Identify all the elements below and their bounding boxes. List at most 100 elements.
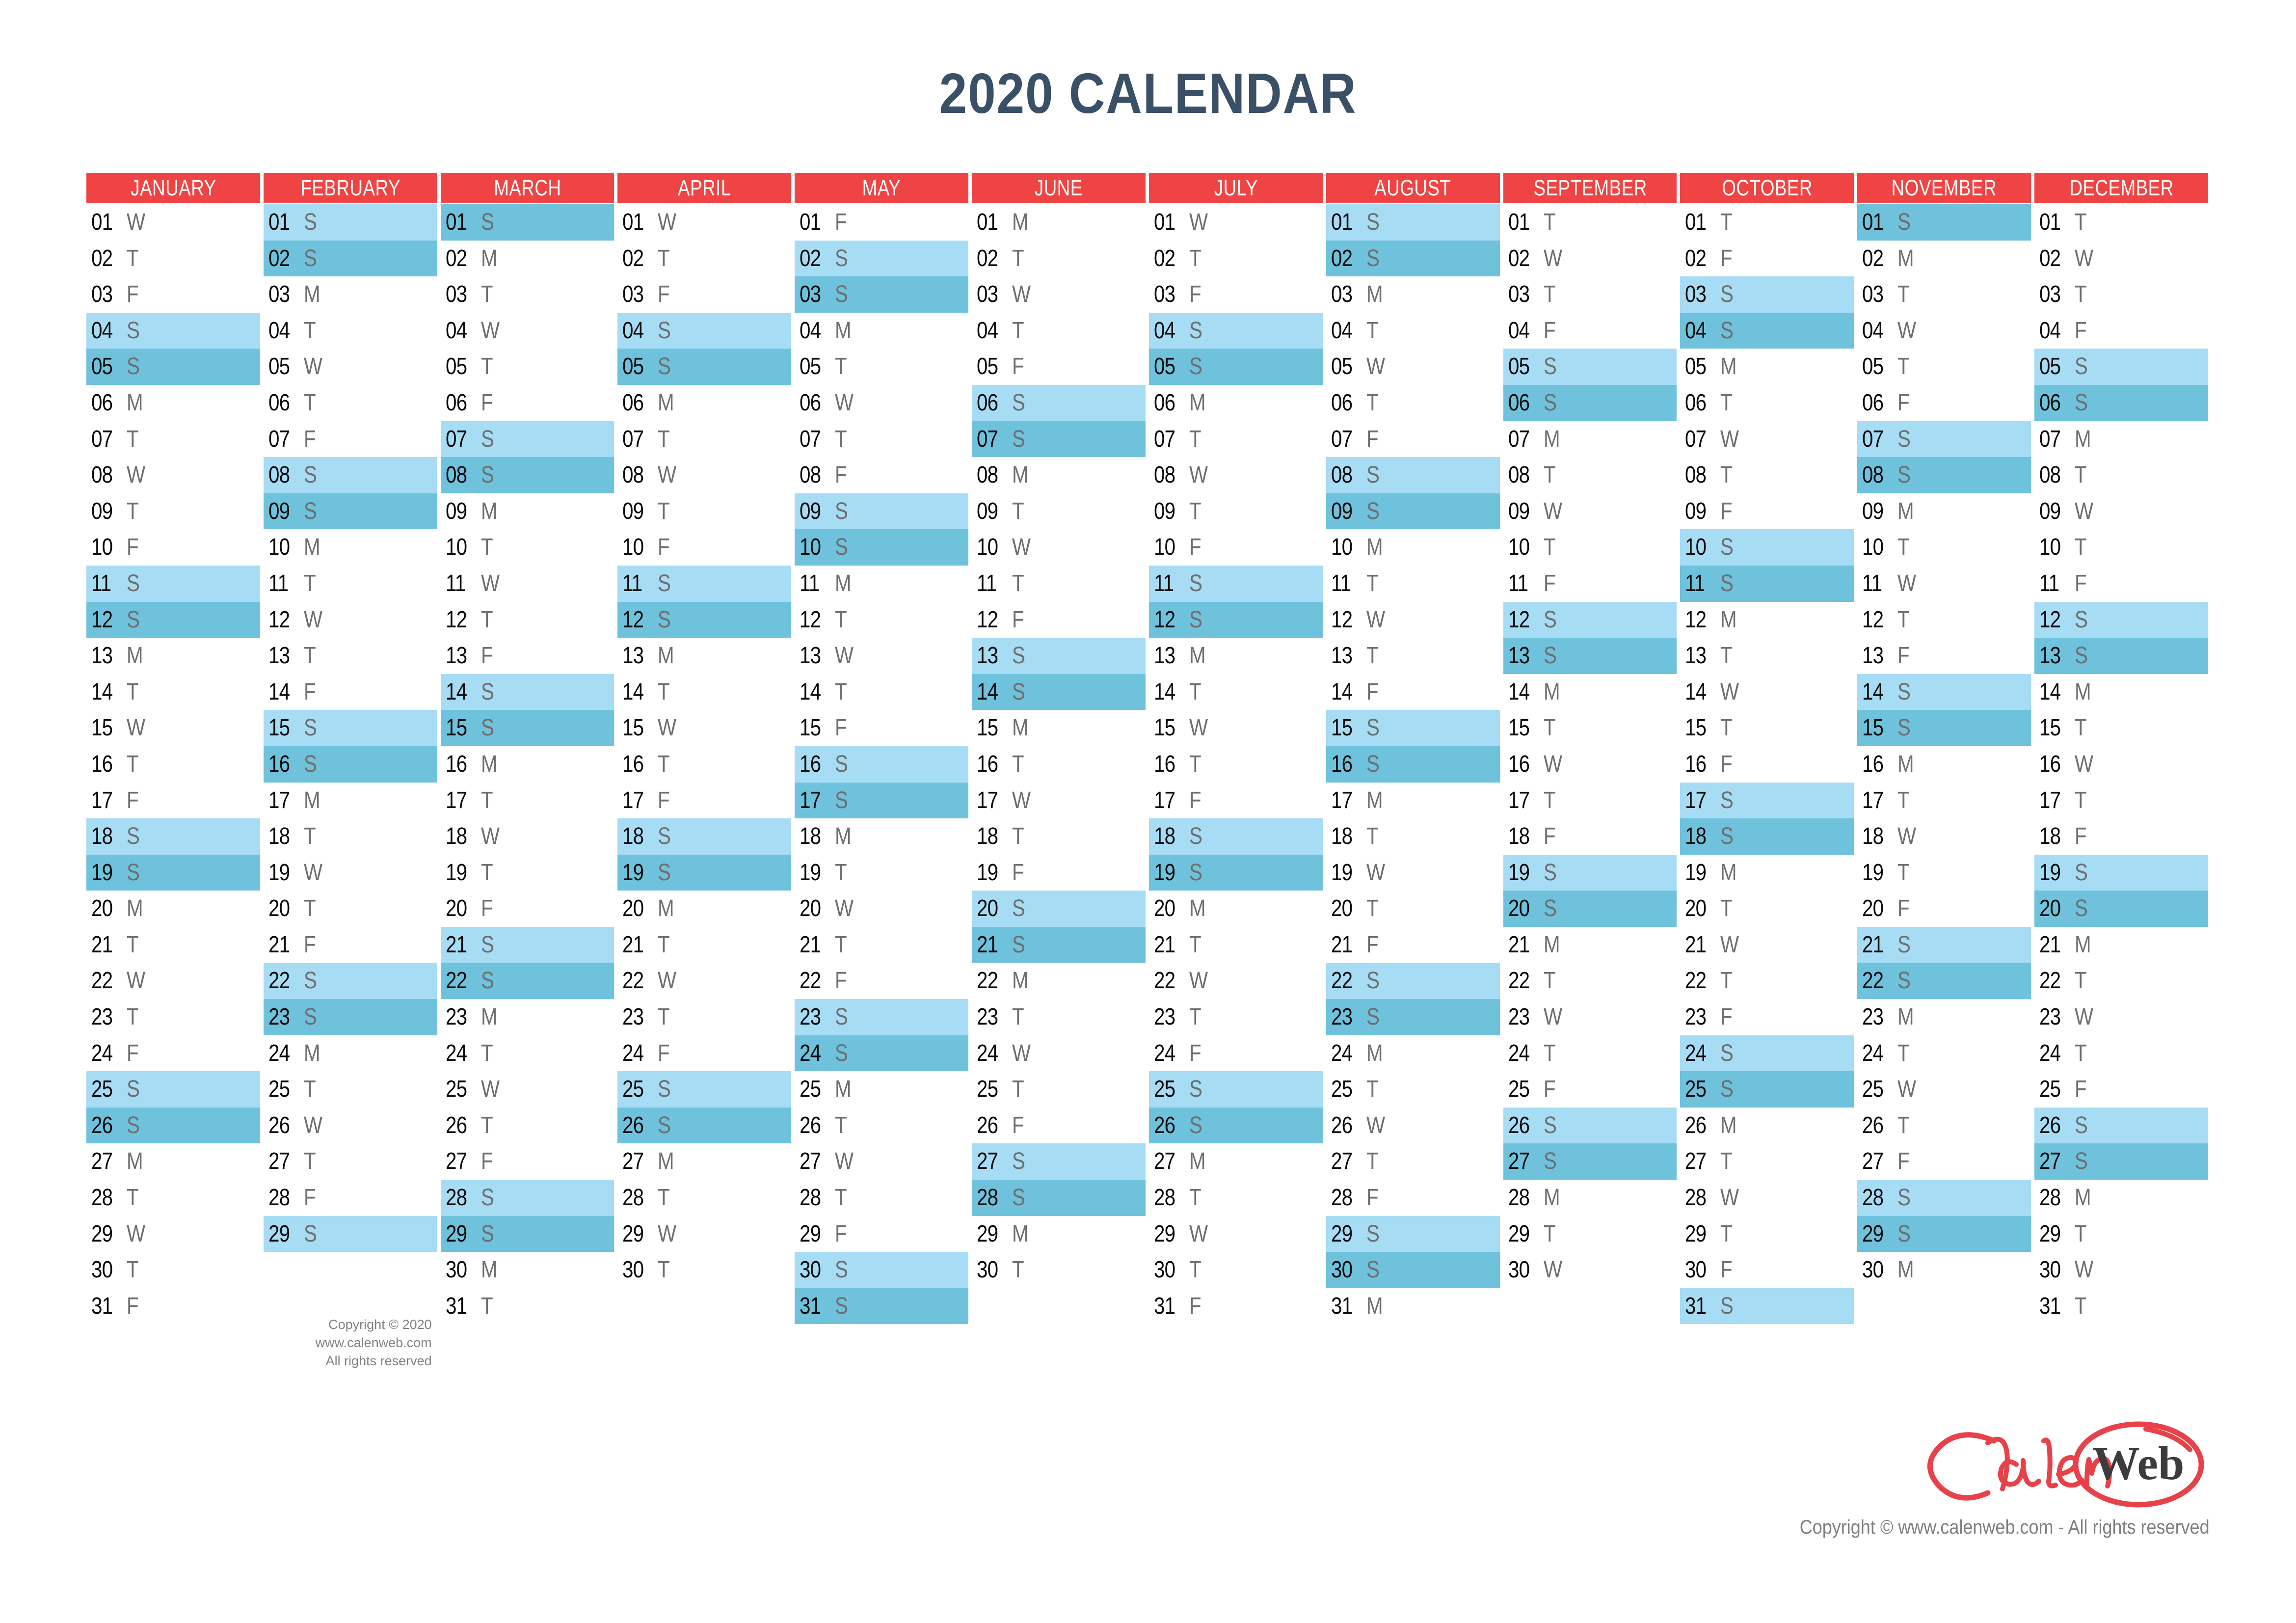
- day-cell[interactable]: 15 F: [795, 710, 968, 746]
- day-cell[interactable]: 12 T: [441, 602, 614, 638]
- day-cell[interactable]: 27 M: [617, 1143, 791, 1180]
- day-cell[interactable]: 07 F: [264, 421, 437, 458]
- day-cell[interactable]: 26 M: [1680, 1108, 1854, 1144]
- day-cell[interactable]: 02 M: [1857, 241, 2031, 277]
- day-cell[interactable]: 19 S: [86, 854, 260, 891]
- day-cell[interactable]: 14 T: [86, 674, 260, 710]
- day-cell[interactable]: 06 W: [795, 385, 968, 421]
- day-cell[interactable]: 12 F: [972, 602, 1146, 638]
- day-cell[interactable]: 12 W: [264, 602, 437, 638]
- day-cell[interactable]: 24 M: [264, 1035, 437, 1072]
- day-cell[interactable]: 28 T: [1149, 1180, 1323, 1216]
- day-cell[interactable]: 28 F: [264, 1180, 437, 1216]
- day-cell[interactable]: 14 S: [972, 674, 1146, 710]
- day-cell[interactable]: 14 S: [440, 674, 614, 710]
- day-cell[interactable]: 31 F: [86, 1288, 260, 1325]
- day-cell[interactable]: 22 S: [263, 963, 437, 1000]
- day-cell[interactable]: 07 T: [86, 421, 260, 458]
- day-cell[interactable]: 04 T: [972, 313, 1146, 349]
- day-cell[interactable]: 02 T: [86, 241, 260, 277]
- day-cell[interactable]: 13 S: [2034, 638, 2208, 674]
- day-cell[interactable]: 18 W: [441, 818, 614, 855]
- day-cell[interactable]: 19 T: [795, 855, 968, 891]
- day-cell[interactable]: 03 F: [1149, 276, 1323, 313]
- day-cell[interactable]: 18 S: [1148, 818, 1323, 855]
- day-cell[interactable]: 21 S: [1857, 926, 2031, 963]
- day-cell[interactable]: 30 M: [441, 1252, 614, 1288]
- day-cell[interactable]: 30 M: [1857, 1252, 2031, 1288]
- day-cell[interactable]: 22 S: [1326, 963, 1500, 1000]
- day-cell[interactable]: 12 S: [617, 601, 792, 638]
- day-cell[interactable]: 19 S: [2034, 854, 2208, 891]
- day-cell[interactable]: 09 T: [617, 493, 791, 530]
- day-cell[interactable]: 06 T: [264, 385, 437, 421]
- day-cell[interactable]: 01 W: [617, 204, 791, 241]
- day-cell[interactable]: 07 M: [2034, 421, 2208, 458]
- day-cell[interactable]: 22 T: [1680, 963, 1854, 999]
- day-cell[interactable]: 24 T: [2034, 1035, 2208, 1072]
- day-cell[interactable]: 23 W: [1503, 999, 1677, 1035]
- day-cell[interactable]: 10 S: [795, 529, 969, 566]
- day-cell[interactable]: 09 W: [1503, 493, 1677, 530]
- day-cell[interactable]: 12 S: [1503, 601, 1677, 638]
- day-cell[interactable]: 18 T: [972, 818, 1146, 855]
- day-cell[interactable]: 27 F: [1857, 1143, 2031, 1180]
- day-cell[interactable]: 28 S: [440, 1180, 614, 1216]
- day-cell[interactable]: 24 W: [972, 1035, 1146, 1072]
- day-cell[interactable]: 29 W: [1149, 1216, 1323, 1252]
- day-cell[interactable]: 17 W: [972, 783, 1146, 819]
- day-cell[interactable]: 28 T: [617, 1180, 791, 1216]
- day-cell[interactable]: 20 T: [1680, 891, 1854, 927]
- day-cell[interactable]: 11 W: [1857, 566, 2031, 602]
- month-header-june[interactable]: JUNE: [972, 173, 1146, 203]
- day-cell[interactable]: 03 F: [617, 276, 791, 313]
- day-cell[interactable]: 23 M: [1857, 999, 2031, 1035]
- day-cell[interactable]: 29 S: [1326, 1216, 1500, 1252]
- day-cell[interactable]: 05 T: [441, 349, 614, 385]
- day-cell[interactable]: 06 T: [1326, 385, 1500, 421]
- day-cell[interactable]: 17 M: [1326, 783, 1500, 819]
- day-cell[interactable]: 23 T: [972, 999, 1146, 1035]
- month-header-february[interactable]: FEBRUARY: [263, 173, 437, 203]
- day-cell[interactable]: 10 M: [264, 529, 437, 566]
- day-cell[interactable]: 29 W: [86, 1216, 260, 1252]
- day-cell[interactable]: 10 M: [1326, 529, 1500, 566]
- day-cell[interactable]: 30 S: [1326, 1252, 1500, 1288]
- day-cell[interactable]: 21 W: [1680, 927, 1854, 963]
- day-cell[interactable]: 06 S: [2034, 384, 2208, 421]
- day-cell[interactable]: 20 M: [1149, 891, 1323, 927]
- day-cell[interactable]: 07 F: [1326, 421, 1500, 458]
- day-cell[interactable]: 17 T: [441, 783, 614, 819]
- day-cell[interactable]: 14 T: [1149, 674, 1323, 710]
- day-cell[interactable]: 04 S: [1680, 312, 1854, 349]
- day-cell[interactable]: 27 W: [795, 1143, 968, 1180]
- day-cell[interactable]: 18 T: [264, 818, 437, 855]
- day-cell[interactable]: 15 W: [1149, 710, 1323, 746]
- day-cell[interactable]: 16 M: [1857, 746, 2031, 783]
- day-cell[interactable]: 22 W: [86, 963, 260, 999]
- day-cell[interactable]: 02 W: [2034, 241, 2208, 277]
- day-cell[interactable]: 21 F: [1326, 927, 1500, 963]
- day-cell[interactable]: 10 F: [617, 529, 791, 566]
- day-cell[interactable]: 05 T: [795, 349, 968, 385]
- day-cell[interactable]: 16 S: [1326, 746, 1500, 783]
- day-cell[interactable]: 29 T: [2034, 1216, 2208, 1252]
- day-cell[interactable]: 27 T: [264, 1143, 437, 1180]
- day-cell[interactable]: 19 W: [1326, 855, 1500, 891]
- day-cell[interactable]: 03 T: [441, 276, 614, 313]
- day-cell[interactable]: 16 W: [1503, 746, 1677, 783]
- day-cell[interactable]: 06 M: [617, 385, 791, 421]
- day-cell[interactable]: 07 T: [795, 421, 968, 458]
- day-cell[interactable]: 15 T: [1503, 710, 1677, 746]
- day-cell[interactable]: 03 W: [972, 276, 1146, 313]
- day-cell[interactable]: 28 W: [1680, 1180, 1854, 1216]
- day-cell[interactable]: 15 S: [440, 710, 614, 746]
- month-header-may[interactable]: MAY: [795, 173, 969, 203]
- day-cell[interactable]: 10 T: [2034, 529, 2208, 566]
- day-cell[interactable]: 12 T: [795, 602, 968, 638]
- day-cell[interactable]: 01 M: [972, 204, 1146, 241]
- day-cell[interactable]: 14 S: [1857, 674, 2031, 710]
- day-cell[interactable]: 13 F: [441, 638, 614, 674]
- day-cell[interactable]: 20 T: [1326, 891, 1500, 927]
- day-cell[interactable]: 26 S: [1503, 1107, 1677, 1144]
